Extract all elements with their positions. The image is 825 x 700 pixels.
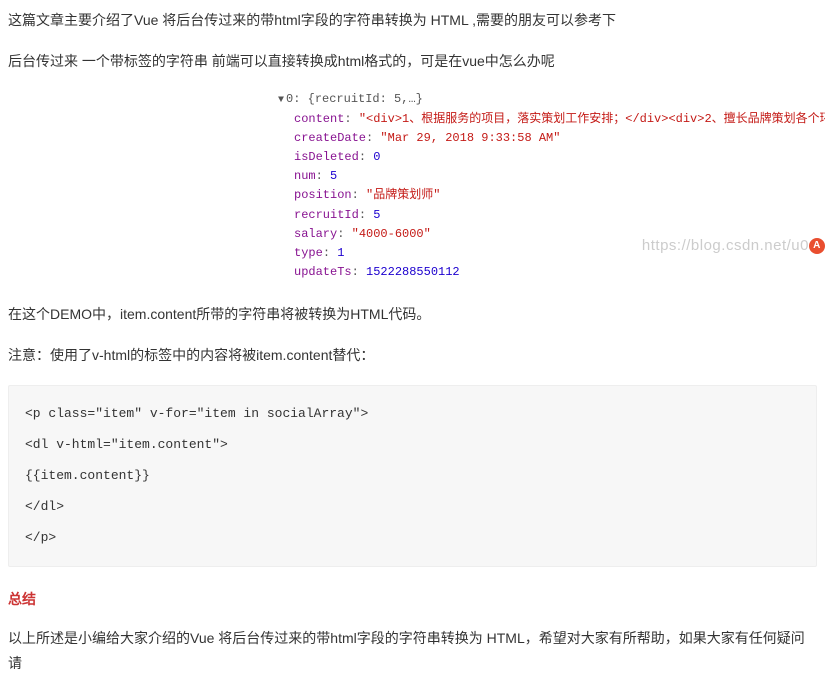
code-line-5: </p> (25, 522, 800, 553)
code-line-3: {{item.content}} (25, 460, 800, 491)
summary-heading: 总结 (8, 587, 817, 612)
code-line-4: </dl> (25, 491, 800, 522)
intro-paragraph-1: 这篇文章主要介绍了Vue 将后台传过来的带html字段的字符串转换为 HTML … (8, 8, 817, 33)
csdn-watermark: https://blog.csdn.net/u0A (642, 234, 825, 258)
demo-note: 在这个DEMO中，item.content所带的字符串将被转换为HTML代码。 (8, 302, 817, 327)
caution-note: 注意：使用了v-html的标签中的内容将被item.content替代： (8, 343, 817, 368)
console-field-position: position: "品牌策划师" (278, 186, 817, 205)
code-line-2: <dl v-html="item.content"> (25, 429, 800, 460)
console-header-index: 0: (286, 92, 308, 106)
watermark-badge-icon: A (809, 238, 825, 254)
console-header-desc: {recruitId: 5,…} (308, 92, 423, 106)
console-field-recruitid: recruitId: 5 (278, 206, 817, 225)
console-output: https://blog.csdn.net/u0A ▼0: {recruitId… (278, 90, 817, 282)
expand-triangle-icon: ▼ (278, 93, 284, 109)
console-field-updatets: updateTs: 1522288550112 (278, 263, 817, 282)
intro-paragraph-2: 后台传过来 一个带标签的字符串 前端可以直接转换成html格式的，可是在vue中… (8, 49, 817, 74)
console-field-num: num: 5 (278, 167, 817, 186)
code-block: <p class="item" v-for="item in socialArr… (8, 385, 817, 567)
console-field-isdeleted: isDeleted: 0 (278, 148, 817, 167)
code-line-1: <p class="item" v-for="item in socialArr… (25, 398, 800, 429)
console-field-createdate: createDate: "Mar 29, 2018 9:33:58 AM" (278, 129, 817, 148)
console-header-line: ▼0: {recruitId: 5,…} (278, 90, 817, 109)
watermark-url: https://blog.csdn.net/u0 (642, 237, 809, 254)
console-field-content: content: "<div>1、根据服务的项目，落实策划工作安排；</div>… (278, 110, 817, 129)
summary-text: 以上所述是小编给大家介绍的Vue 将后台传过来的带html字段的字符串转换为 H… (8, 626, 817, 676)
